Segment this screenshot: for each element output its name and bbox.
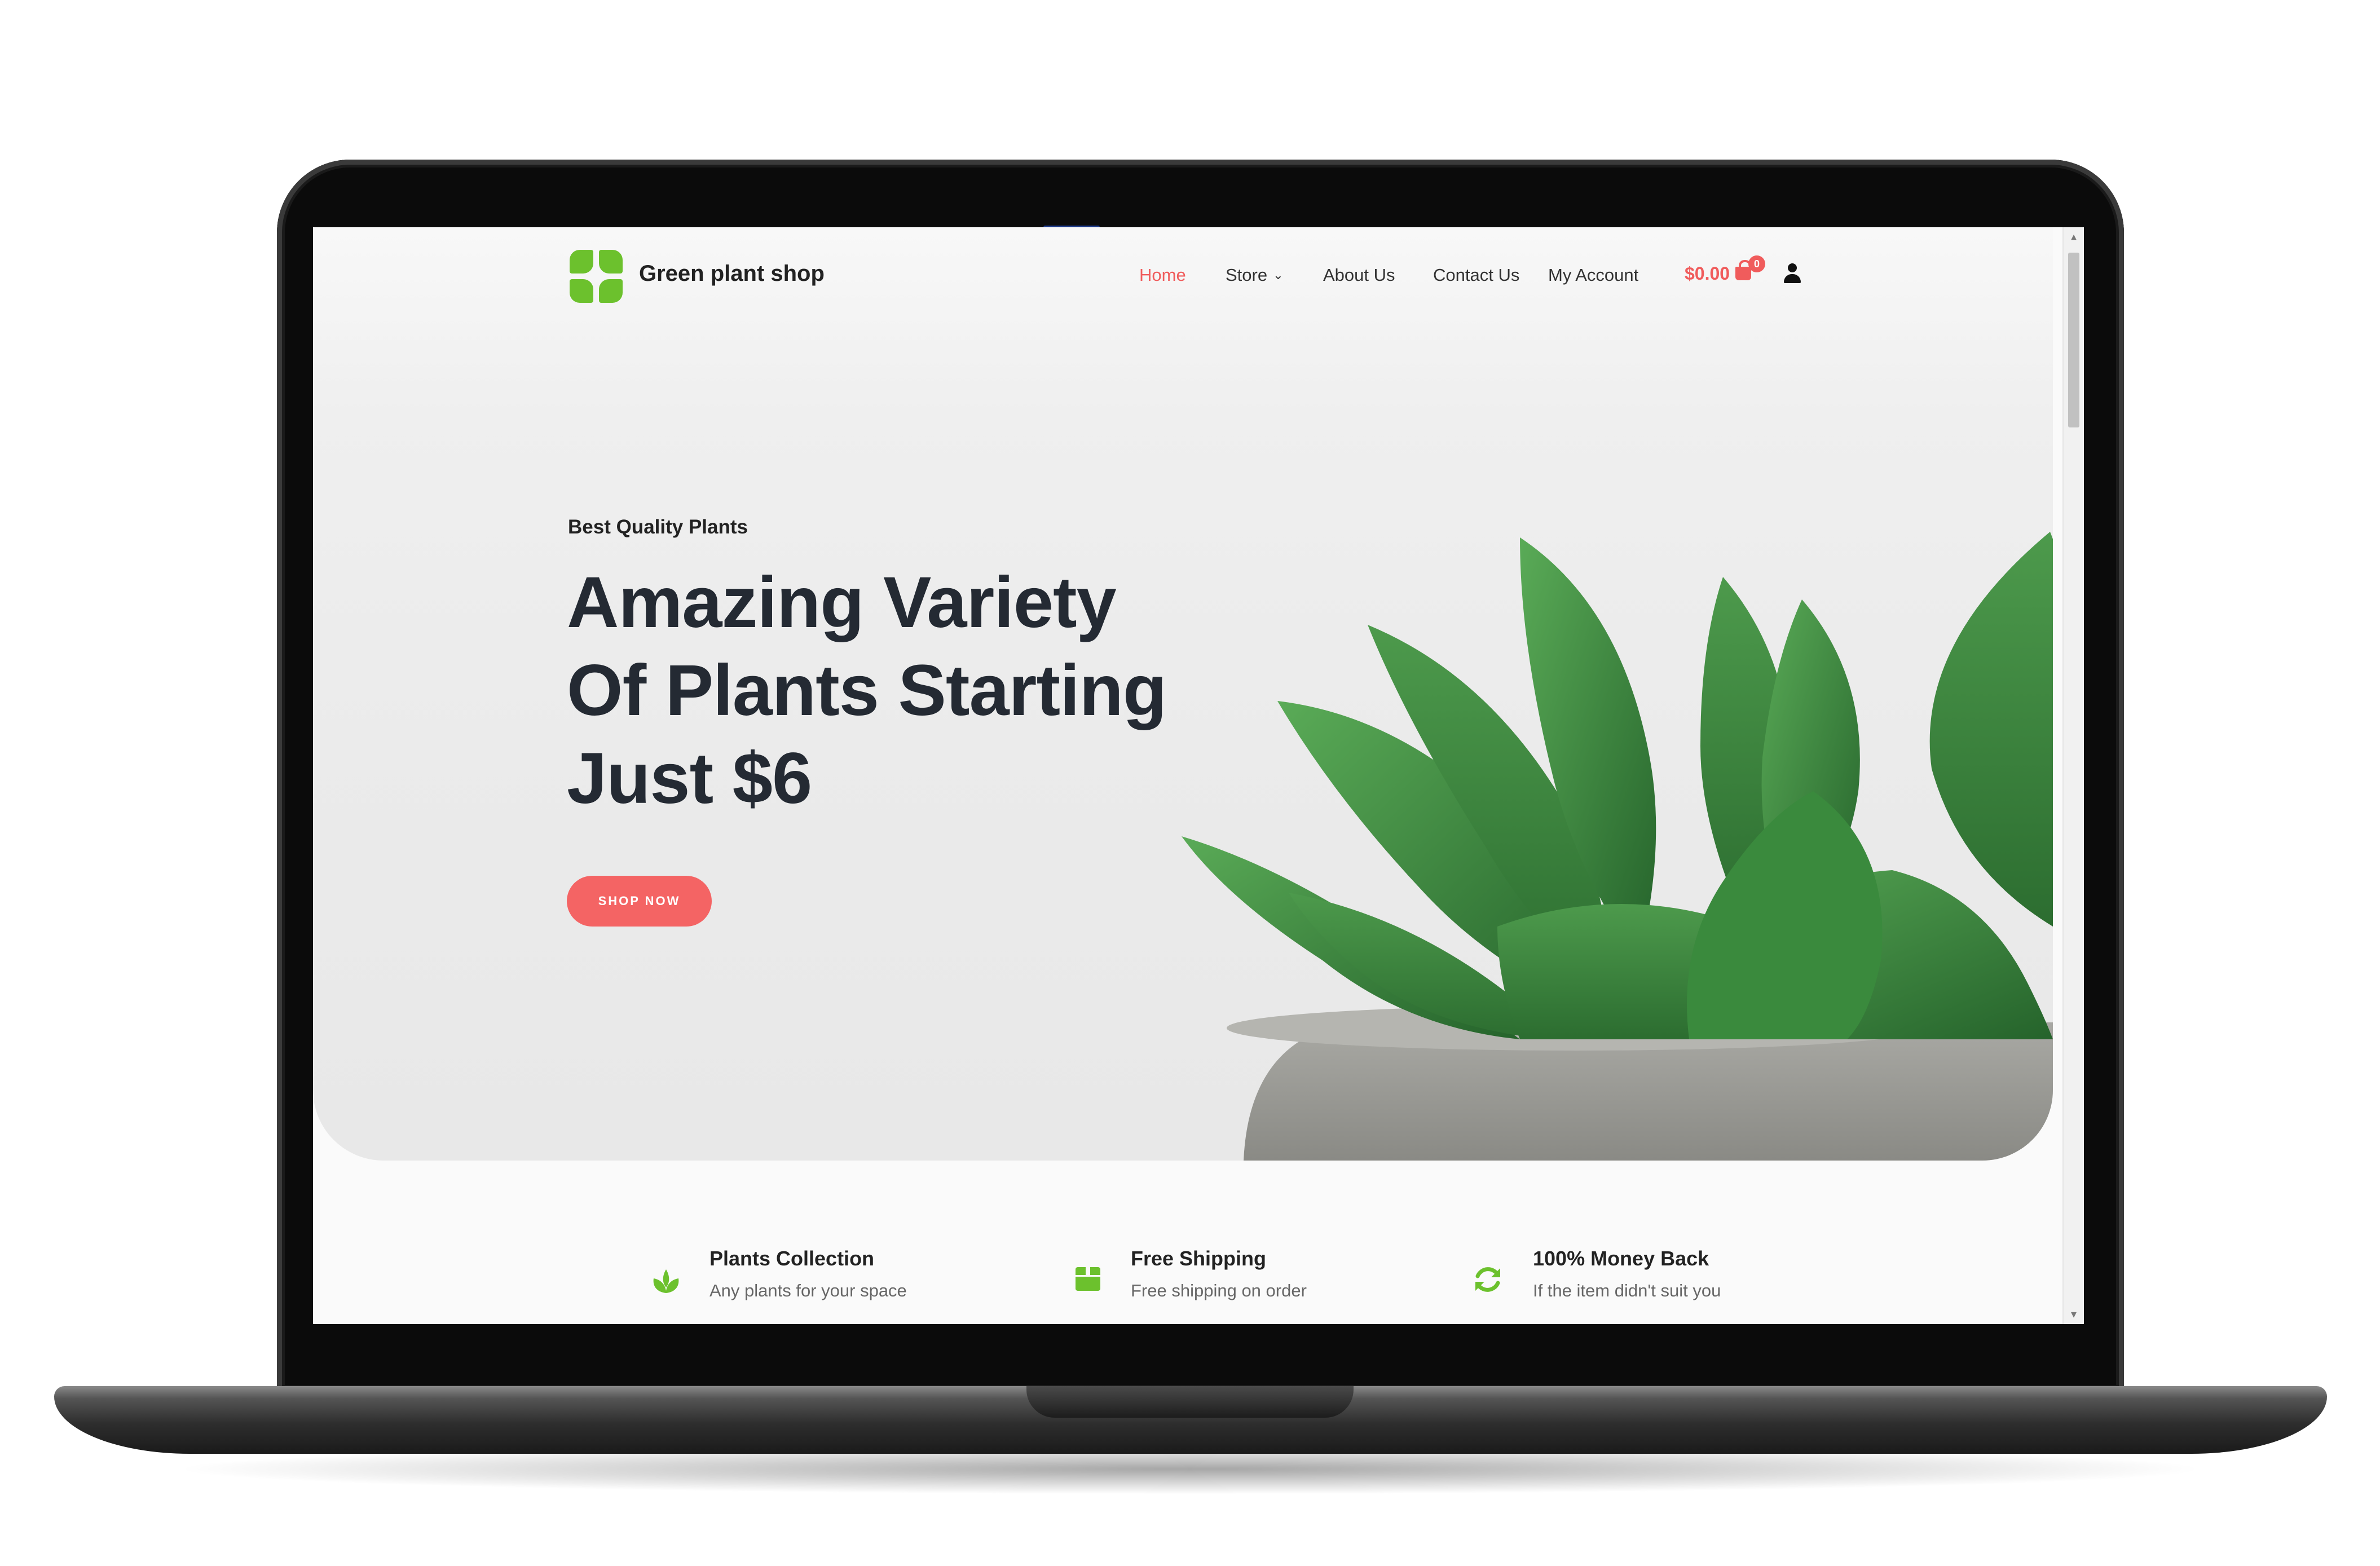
scroll-down-arrow-icon[interactable]: ▾ [2064, 1306, 2084, 1323]
headline-line-2: Of Plants Starting [567, 650, 1167, 731]
laptop-notch [1026, 1386, 1354, 1418]
site-name[interactable]: Green plant shop [639, 261, 825, 286]
hero-section: Green plant shop Home Store ⌄ About Us Co… [313, 227, 2053, 1161]
feature-desc: Any plants for your space [709, 1281, 907, 1300]
feature-title: 100% Money Back [1533, 1247, 1709, 1270]
user-icon[interactable] [1784, 263, 1801, 284]
headline-line-3: Just $6 [567, 738, 812, 819]
nav-store[interactable]: Store ⌄ [1226, 265, 1284, 285]
scroll-thumb[interactable] [2068, 253, 2079, 427]
cart-total[interactable]: $0.00 [1685, 263, 1730, 284]
browser-viewport: Green plant shop Home Store ⌄ About Us Co… [313, 227, 2084, 1324]
chevron-down-icon: ⌄ [1273, 268, 1284, 282]
nav-contact-us[interactable]: Contact Us [1433, 265, 1519, 285]
site-header: Green plant shop Home Store ⌄ About Us Co… [313, 227, 2053, 323]
clover-logo-icon[interactable] [570, 250, 623, 303]
box-icon [1076, 1267, 1100, 1291]
succulent-plant-image [1182, 532, 2053, 1161]
hero-eyebrow: Best Quality Plants [568, 516, 748, 538]
nav-home[interactable]: Home [1139, 265, 1186, 285]
shopping-bag-icon[interactable] [1735, 260, 1751, 280]
nav-my-account[interactable]: My Account [1548, 265, 1638, 285]
vertical-scrollbar[interactable]: ▴ ▾ [2062, 227, 2084, 1324]
cart-count-badge: 0 [1748, 255, 1765, 272]
scroll-up-arrow-icon[interactable]: ▴ [2064, 228, 2084, 245]
sprout-icon [653, 1269, 679, 1293]
feature-desc: Free shipping on order [1131, 1281, 1307, 1300]
nav-about-us[interactable]: About Us [1323, 265, 1395, 285]
feature-title: Free Shipping [1131, 1247, 1267, 1270]
shop-now-button[interactable]: SHOP NOW [567, 876, 712, 927]
nav-store-label: Store [1226, 265, 1268, 285]
refresh-icon [1475, 1267, 1500, 1292]
feature-title: Plants Collection [709, 1247, 875, 1270]
hero-headline: Amazing Variety Of Plants Starting Just … [567, 559, 1300, 823]
headline-line-1: Amazing Variety [567, 562, 1117, 643]
feature-desc: If the item didn't suit you [1533, 1281, 1721, 1300]
